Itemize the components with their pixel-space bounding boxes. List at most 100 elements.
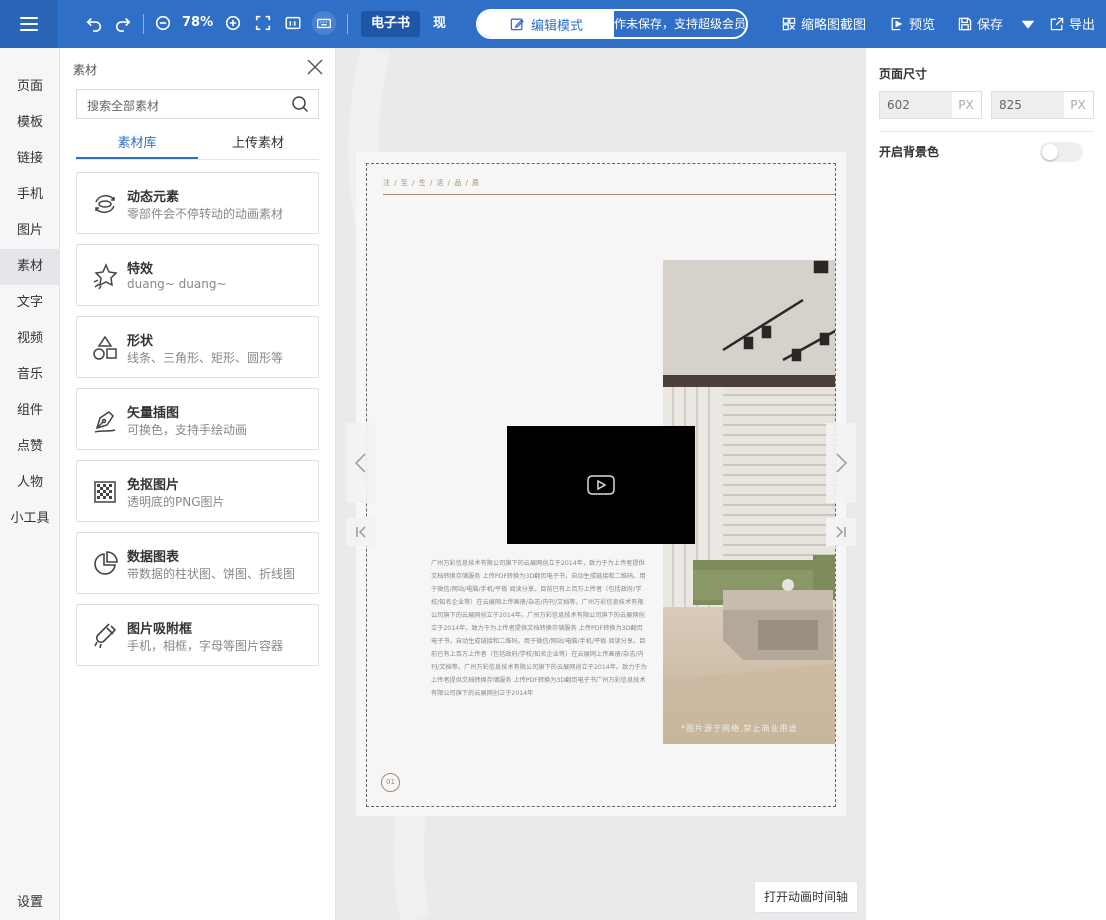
pen-nib-icon xyxy=(91,406,119,434)
page-width-unit: PX xyxy=(958,98,974,112)
bg-color-toggle[interactable] xyxy=(1040,142,1083,162)
sparkle-star-icon xyxy=(91,262,119,290)
undo-icon[interactable] xyxy=(83,12,105,34)
card-desc: 线条、三角形、矩形、圆形等 xyxy=(127,351,284,365)
body-paragraph[interactable]: 广州万彩信息技术有限公司旗下的云展网创立于2014年，致力于为上传者提供文档转换… xyxy=(431,557,647,700)
card-cutout-images[interactable]: 免抠图片 透明底的PNG图片 xyxy=(76,460,319,522)
export-label: 导出 xyxy=(1069,18,1096,33)
photo-caption: *图片源于网络,禁止商业用途 xyxy=(681,724,798,733)
actual-size-icon[interactable] xyxy=(282,12,304,34)
save-dropdown-caret[interactable] xyxy=(1020,16,1036,32)
card-title: 形状 xyxy=(127,334,154,349)
pie-chart-icon xyxy=(91,550,119,578)
skip-last-icon xyxy=(836,526,846,538)
nav-item-phone[interactable]: 手机 xyxy=(0,177,60,213)
redo-icon[interactable] xyxy=(112,12,134,34)
card-desc: 带数据的柱状图、饼图、折线图 xyxy=(127,567,296,581)
card-title: 特效 xyxy=(127,262,154,277)
open-timeline-button[interactable]: 打开动画时间轴 xyxy=(754,881,858,913)
edit-mode-toggle[interactable]: 编辑模式 xyxy=(478,11,614,37)
page-height-unit: PX xyxy=(1070,98,1086,112)
keyboard-icon[interactable] xyxy=(312,11,336,35)
nav-item-link[interactable]: 链接 xyxy=(0,141,60,177)
first-page-button[interactable] xyxy=(346,518,376,546)
nav-item-tools[interactable]: 小工具 xyxy=(0,501,60,537)
nav-item-like[interactable]: 点赞 xyxy=(0,429,60,465)
search-input[interactable]: 搜索全部素材 xyxy=(76,89,319,119)
tab-current[interactable]: 现 xyxy=(423,11,456,37)
preview-button[interactable]: 预览 xyxy=(889,14,935,33)
card-title: 免抠图片 xyxy=(127,478,180,493)
card-desc: 手机，相框，字母等图片容器 xyxy=(127,639,284,653)
editor-canvas[interactable]: 注 / 至 / 生 / 活 / 品 / 质 *图片源于网络,禁止商业用途 广州万… xyxy=(336,48,866,920)
chevron-right-icon xyxy=(836,453,848,473)
card-dynamic-elements[interactable]: 动态元素 零部件会不停转动的动画素材 xyxy=(76,172,319,234)
nav-item-image[interactable]: 图片 xyxy=(0,213,60,249)
search-icon[interactable] xyxy=(291,95,309,113)
nav-item-music[interactable]: 音乐 xyxy=(0,357,60,393)
close-icon[interactable] xyxy=(306,58,324,76)
zoom-in-icon[interactable] xyxy=(222,12,244,34)
save-icon xyxy=(958,17,972,30)
thumbnail-capture-label: 缩略图截图 xyxy=(801,18,867,33)
prev-page-button[interactable] xyxy=(346,423,376,503)
card-desc: 透明底的PNG图片 xyxy=(127,495,225,509)
page-width-field[interactable]: 602 PX xyxy=(879,91,982,119)
play-icon[interactable] xyxy=(587,475,615,495)
page-size-label: 页面尺寸 xyxy=(879,67,928,81)
page-number: 01 xyxy=(381,773,400,792)
mode-switch[interactable]: 编辑模式 作未保存，支持超级会员 xyxy=(476,9,748,39)
card-vector-illustrations[interactable]: 矢量插图 可换色，支持手绘动画 xyxy=(76,388,319,450)
nav-item-settings[interactable]: 设置 xyxy=(0,885,60,920)
zoom-out-icon[interactable] xyxy=(152,12,174,34)
card-shapes[interactable]: 形状 线条、三角形、矩形、圆形等 xyxy=(76,316,319,378)
fullscreen-icon[interactable] xyxy=(252,12,274,34)
export-icon xyxy=(1050,17,1064,30)
tab-upload-material[interactable]: 上传素材 xyxy=(197,132,319,159)
thumbnail-capture-button[interactable]: 缩略图截图 xyxy=(781,14,866,33)
props-divider xyxy=(879,131,1094,132)
zoom-level: 78% xyxy=(182,15,214,30)
page-width-value[interactable]: 602 xyxy=(880,92,952,118)
crop-icon xyxy=(782,17,796,30)
ebook-page[interactable]: 注 / 至 / 生 / 活 / 品 / 质 *图片源于网络,禁止商业用途 广州万… xyxy=(366,163,836,807)
page-height-value[interactable]: 825 xyxy=(992,92,1064,118)
card-title: 动态元素 xyxy=(127,190,180,205)
card-data-charts[interactable]: 数据图表 带数据的柱状图、饼图、折线图 xyxy=(76,532,319,594)
caret-down-icon xyxy=(1021,20,1035,29)
card-title: 图片吸附框 xyxy=(127,622,193,637)
next-page-button[interactable] xyxy=(826,423,856,503)
nav-item-text[interactable]: 文字 xyxy=(0,285,60,321)
top-toolbar: 78% 电子书 现 编辑模式 作未保存，支持超级会员 缩略图截图 预览 保存 导… xyxy=(0,0,1106,48)
shapes-icon xyxy=(91,334,119,362)
nav-item-component[interactable]: 组件 xyxy=(0,393,60,429)
hamburger-icon xyxy=(20,17,38,31)
checkerboard-icon xyxy=(91,478,119,506)
save-button[interactable]: 保存 xyxy=(957,14,1003,33)
nav-item-video[interactable]: 视频 xyxy=(0,321,60,357)
bg-color-label: 开启背景色 xyxy=(879,145,940,159)
nav-item-template[interactable]: 模板 xyxy=(0,105,60,141)
preview-icon xyxy=(891,17,903,30)
card-effects[interactable]: 特效 duang~ duang~ xyxy=(76,244,319,306)
search-placeholder: 搜索全部素材 xyxy=(87,99,160,113)
tabs-divider xyxy=(76,159,319,160)
nav-item-material[interactable]: 素材 xyxy=(0,249,60,285)
menu-button[interactable] xyxy=(0,0,58,48)
page-header-text: 注 / 至 / 生 / 活 / 品 / 质 xyxy=(383,179,481,187)
header-divider xyxy=(383,194,835,195)
nav-item-page[interactable]: 页面 xyxy=(0,69,60,105)
card-title: 数据图表 xyxy=(127,550,180,565)
card-image-frame[interactable]: 图片吸附框 手机，相框，字母等图片容器 xyxy=(76,604,319,666)
page-height-field[interactable]: 825 PX xyxy=(991,91,1094,119)
export-button[interactable]: 导出 xyxy=(1049,14,1095,33)
tab-ebook[interactable]: 电子书 xyxy=(361,11,421,37)
tab-material-library[interactable]: 素材库 xyxy=(76,132,198,159)
last-page-button[interactable] xyxy=(826,518,856,546)
toolbar-divider xyxy=(347,14,348,34)
card-desc: 可换色，支持手绘动画 xyxy=(127,423,248,437)
video-block[interactable] xyxy=(507,426,695,544)
skip-first-icon xyxy=(356,526,366,538)
nav-item-character[interactable]: 人物 xyxy=(0,465,60,501)
save-label: 保存 xyxy=(977,18,1004,33)
